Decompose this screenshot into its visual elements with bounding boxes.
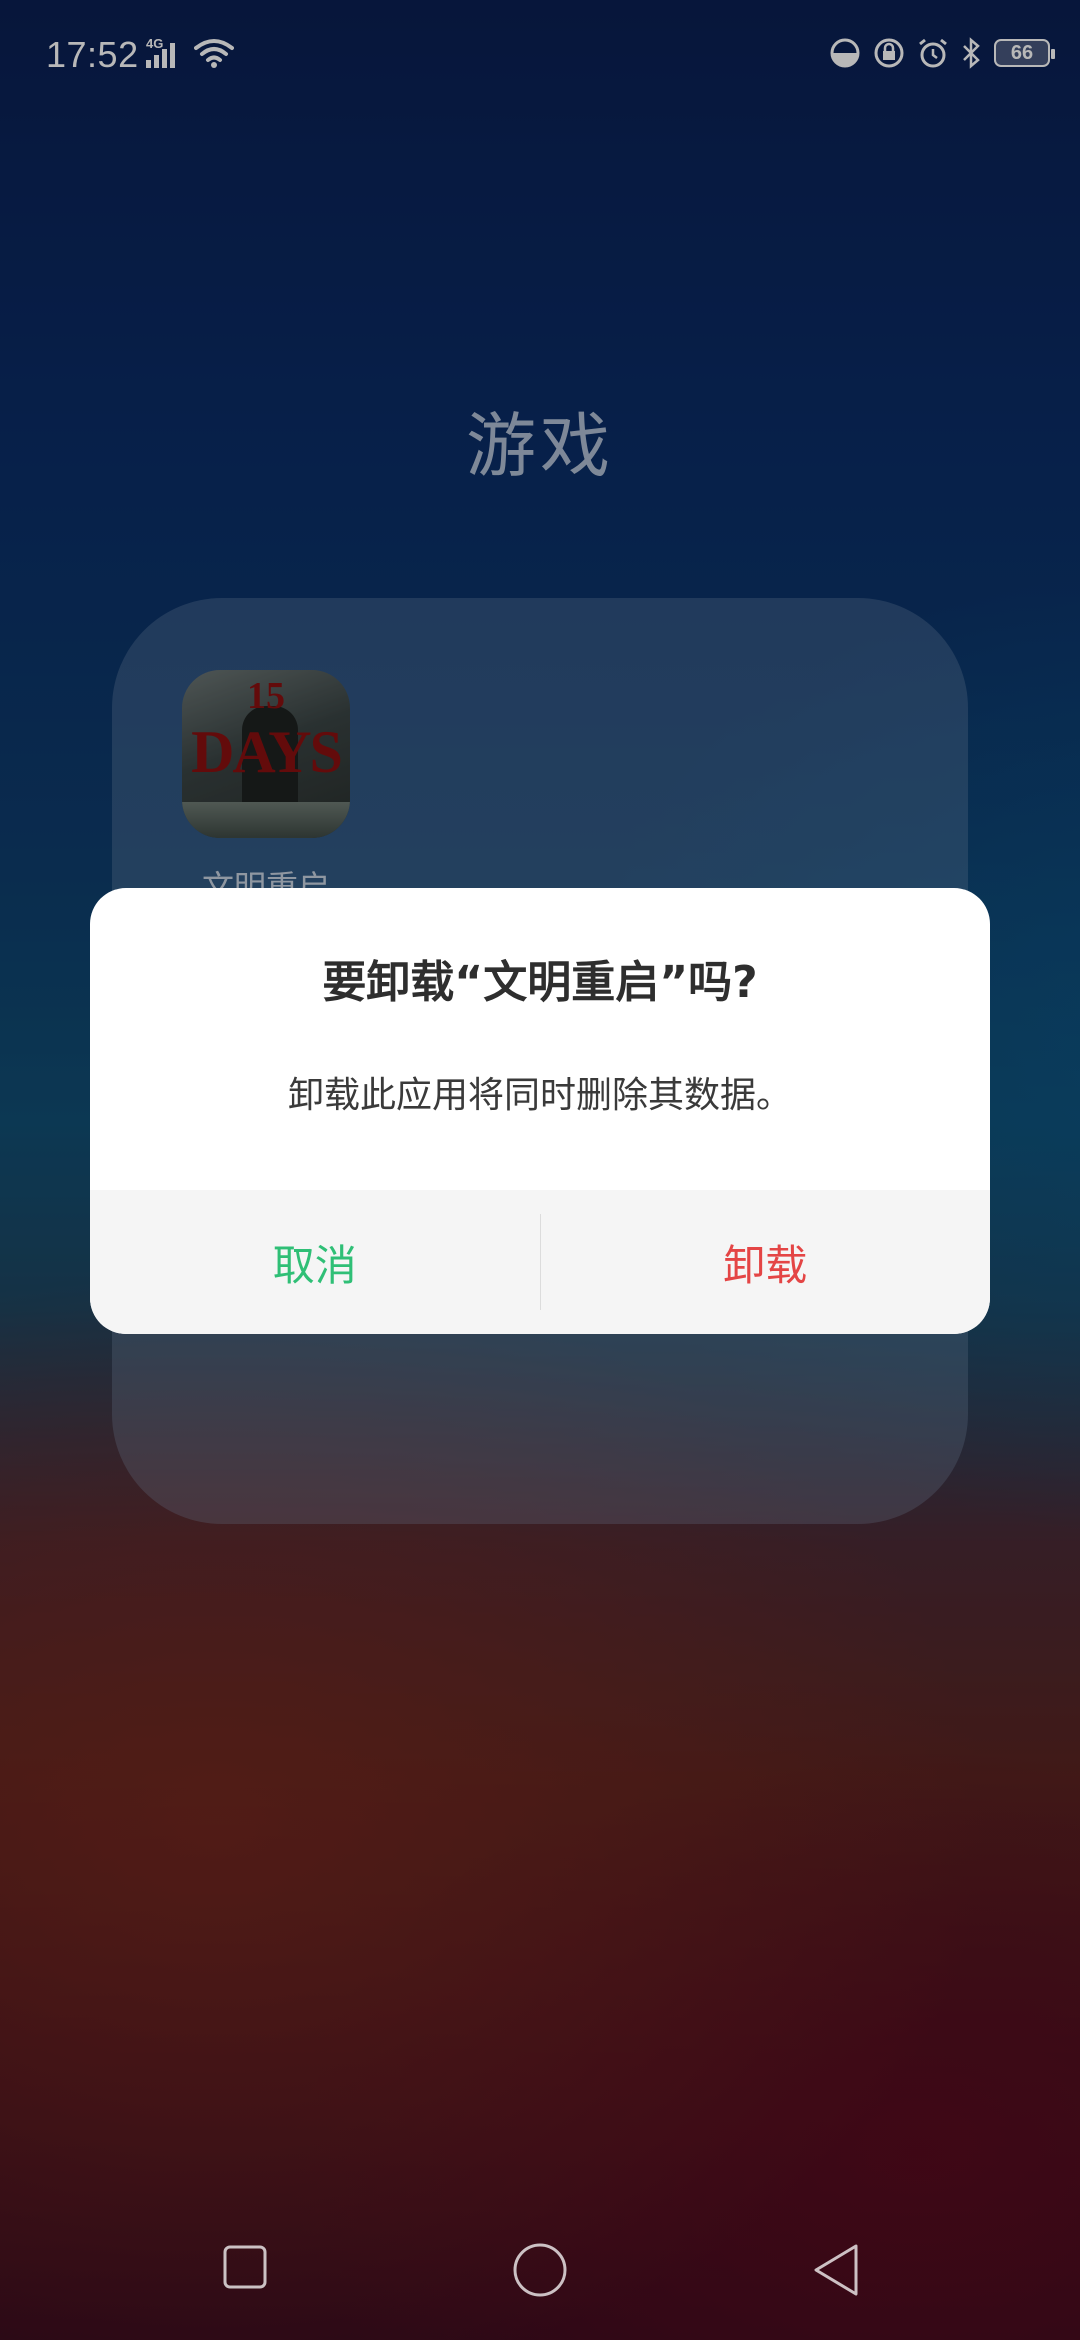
back-icon[interactable] [808,2240,864,2300]
uninstall-dialog: 要卸载“文明重启”吗? 卸载此应用将同时删除其数据。 取消 卸载 [90,888,990,1334]
dialog-actions: 取消 卸载 [90,1190,990,1334]
uninstall-button[interactable]: 卸载 [541,1190,991,1334]
navigation-bar [0,2220,1080,2320]
recent-apps-icon[interactable] [218,2240,272,2294]
dialog-title: 要卸载“文明重启”吗? [322,957,758,1008]
cancel-button[interactable]: 取消 [90,1190,540,1334]
dialog-message: 卸载此应用将同时删除其数据。 [287,1075,792,1116]
home-icon[interactable] [510,2240,570,2300]
